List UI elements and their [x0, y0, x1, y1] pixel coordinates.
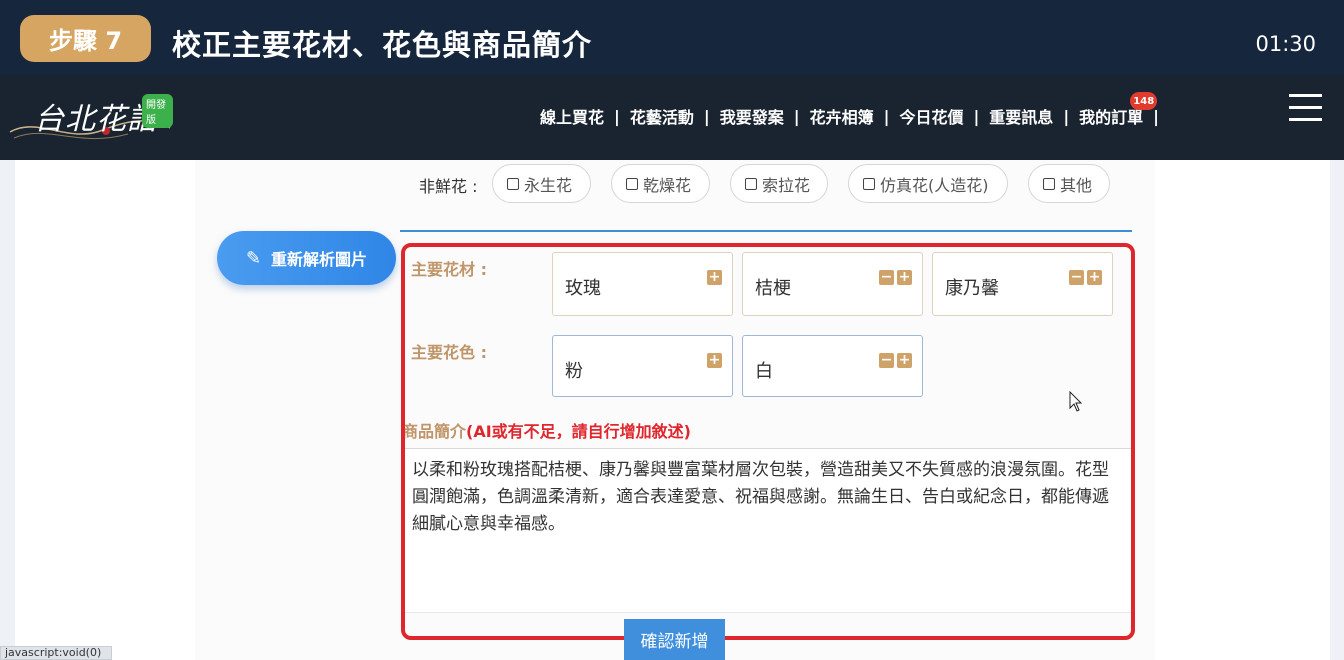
option-label: 乾燥花	[643, 175, 692, 195]
dev-version-badge: 開發版	[142, 94, 173, 128]
site-header: 台北花語 開發版 線上買花 | 花藝活動 | 我要發案 | 花卉相簿 | 今日花價 | 重…	[0, 74, 1344, 160]
nav-important-news[interactable]: 重要訊息	[979, 104, 1063, 128]
checkbox-icon	[1043, 177, 1055, 190]
logo-text: 台北花語	[34, 102, 158, 137]
section-divider	[400, 230, 1132, 232]
reparse-image-button[interactable]: ✎ 重新解析圖片	[217, 231, 396, 285]
option-other[interactable]: 其他	[1028, 164, 1110, 203]
hamburger-icon[interactable]	[1289, 94, 1322, 122]
option-artificial-flower[interactable]: 仿真花(人造花)	[848, 164, 1008, 203]
status-bar-url: javascript:void(0)	[0, 646, 112, 660]
mouse-cursor-icon	[1069, 391, 1083, 412]
step-badge: 步驟 7	[20, 15, 151, 62]
highlight-frame	[401, 243, 1135, 640]
step-timer: 01:30	[1255, 32, 1316, 56]
reparse-image-label: 重新解析圖片	[271, 250, 368, 269]
option-dried-flower[interactable]: 乾燥花	[611, 164, 710, 203]
option-sola-flower[interactable]: 索拉花	[730, 164, 828, 203]
option-label: 仿真花(人造花)	[880, 175, 989, 195]
nav-today-price[interactable]: 今日花價	[889, 104, 973, 128]
nav-online-buy[interactable]: 線上買花	[530, 104, 614, 128]
confirm-add-button[interactable]: 確認新增	[624, 619, 725, 660]
step-title: 校正主要花材、花色與商品簡介	[172, 28, 593, 62]
nav-separator: |	[1153, 106, 1160, 126]
page-left-panel	[15, 160, 195, 660]
checkbox-icon	[863, 177, 875, 190]
option-label: 其他	[1060, 175, 1093, 195]
magic-wand-icon: ✎	[245, 247, 262, 269]
checkbox-icon	[507, 177, 519, 190]
checkbox-icon	[626, 177, 638, 190]
nav-flower-events[interactable]: 花藝活動	[620, 104, 704, 128]
nav-my-orders-label: 我的訂單	[1079, 108, 1144, 127]
page-right-panel	[1155, 160, 1330, 660]
nav-my-orders[interactable]: 我的訂單 148	[1069, 92, 1158, 128]
main-nav: 線上買花 | 花藝活動 | 我要發案 | 花卉相簿 | 今日花價 | 重要訊息 | 我的訂單…	[530, 92, 1160, 128]
option-label: 索拉花	[762, 175, 811, 195]
nonfresh-label: 非鮮花 :	[419, 177, 478, 196]
checkbox-icon	[745, 177, 757, 190]
nav-flower-album[interactable]: 花卉相簿	[800, 104, 884, 128]
nav-post-project[interactable]: 我要發案	[710, 104, 794, 128]
option-label: 永生花	[524, 175, 573, 195]
site-logo[interactable]: 台北花語 開發版	[8, 88, 173, 150]
order-count-badge: 148	[1130, 92, 1158, 110]
option-preserved-flower[interactable]: 永生花	[492, 164, 591, 203]
